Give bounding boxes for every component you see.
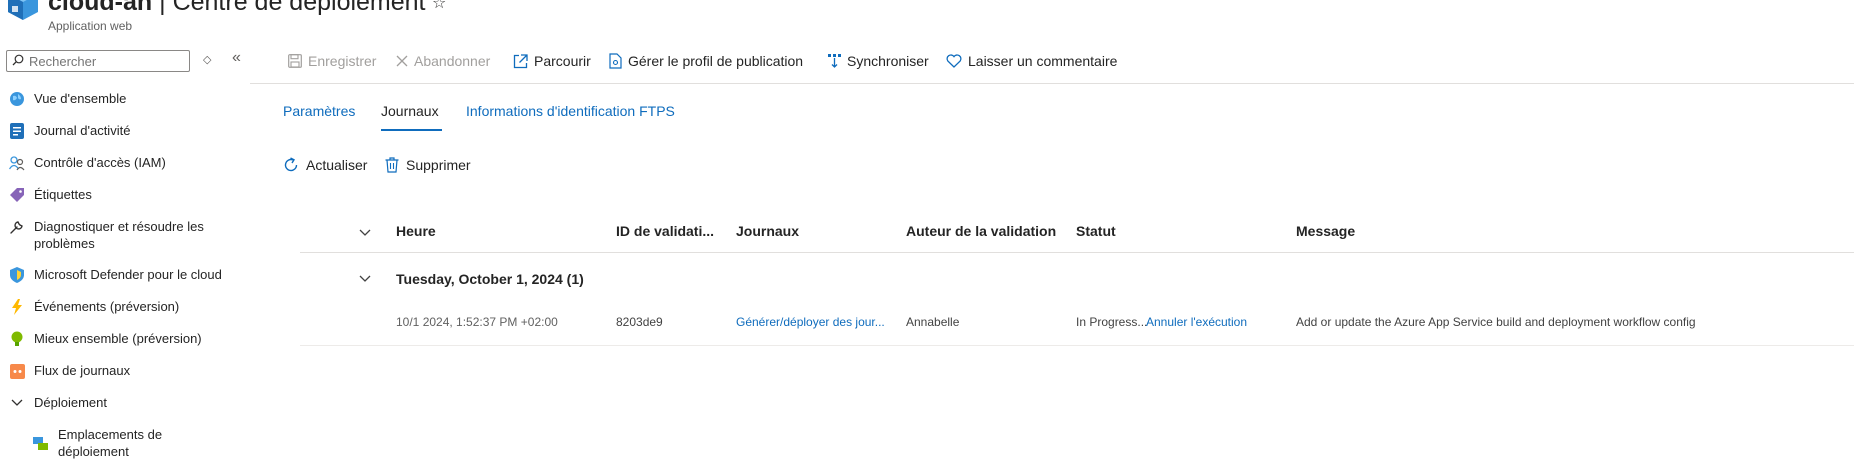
people-icon	[8, 154, 26, 172]
save-label: Enregistrer	[308, 53, 377, 69]
delete-button[interactable]: Supprimer	[385, 157, 471, 173]
sidebar-item-label: Microsoft Defender pour le cloud	[34, 267, 222, 282]
sync-button[interactable]: Synchroniser	[828, 53, 929, 69]
sidebar-item-defender[interactable]: Microsoft Defender pour le cloud	[8, 266, 258, 284]
title-separator: |	[152, 0, 173, 16]
group-header[interactable]: Tuesday, October 1, 2024 (1)	[396, 271, 584, 287]
sidebar-item-iam[interactable]: Contrôle d'accès (IAM)	[8, 154, 258, 172]
publish-profile-icon	[609, 53, 622, 69]
sidebar-item-log-stream[interactable]: Flux de journaux	[8, 362, 258, 380]
feedback-button[interactable]: Laisser un commentaire	[946, 53, 1117, 69]
sidebar-item-label: Déploiement	[34, 395, 107, 410]
activity-log-icon	[8, 122, 26, 140]
sidebar-item-label: Flux de journaux	[34, 363, 131, 378]
sidebar-item-tags[interactable]: Étiquettes	[8, 186, 258, 204]
more-options-icon[interactable]: ···	[462, 0, 481, 8]
discard-button[interactable]: Abandonner	[396, 53, 490, 69]
collapse-all-chevron-icon[interactable]	[358, 228, 372, 238]
sidebar-item-label: Événements (préversion)	[34, 299, 180, 314]
refresh-label: Actualiser	[306, 157, 368, 173]
bulb-icon	[8, 330, 26, 348]
tag-icon	[8, 186, 26, 204]
cell-message: Add or update the Azure App Service buil…	[1296, 315, 1696, 329]
shield-icon	[8, 266, 26, 284]
trash-icon	[385, 157, 399, 173]
wrench-icon	[8, 218, 26, 236]
sync-label: Synchroniser	[847, 53, 929, 69]
sidebar-item-label: Mieux ensemble (préversion)	[34, 331, 202, 346]
publish-profile-button[interactable]: Gérer le profil de publication	[609, 53, 803, 69]
sort-toggle-icon[interactable]: ◇	[203, 53, 211, 66]
sidebar-item-label: Contrôle d'accès (IAM)	[34, 155, 166, 170]
discard-label: Abandonner	[414, 53, 491, 69]
cell-commit-id: 8203de9	[616, 315, 663, 329]
save-button[interactable]: Enregistrer	[288, 53, 376, 69]
log-stream-icon	[8, 362, 26, 380]
sidebar-item-label: Vue d'ensemble	[34, 91, 127, 106]
page-title: cloud-an | Centre de déploiement	[48, 0, 426, 17]
sidebar-search[interactable]	[6, 50, 190, 72]
blade-title: Centre de déploiement	[172, 0, 426, 16]
sidebar-item-events[interactable]: Événements (préversion)	[8, 298, 258, 316]
toolbar-divider	[250, 83, 1854, 84]
group-chevron-icon[interactable]	[358, 274, 372, 284]
column-header-time[interactable]: Heure	[396, 223, 436, 239]
grid-header-divider	[300, 252, 1854, 253]
tab-ftps-credentials[interactable]: Informations d'identification FTPS	[466, 103, 675, 119]
search-input[interactable]	[29, 52, 184, 70]
app-service-icon	[8, 0, 38, 20]
tab-settings[interactable]: Paramètres	[283, 103, 355, 119]
column-header-message[interactable]: Message	[1296, 223, 1355, 239]
lightning-icon	[8, 298, 26, 316]
publish-profile-label: Gérer le profil de publication	[628, 53, 804, 69]
heart-icon	[946, 54, 962, 68]
cell-status: In Progress...	[1076, 315, 1148, 329]
globe-icon	[8, 90, 26, 108]
save-icon	[288, 54, 302, 68]
column-header-status[interactable]: Statut	[1076, 223, 1116, 239]
slots-icon	[32, 434, 50, 452]
sidebar-group-deployment[interactable]: Déploiement	[8, 394, 258, 412]
sidebar-item-better-together[interactable]: Mieux ensemble (préversion)	[8, 330, 258, 348]
sidebar-item-label: Emplacements de déploiement	[58, 427, 163, 459]
close-icon	[396, 55, 408, 67]
column-header-commit-id[interactable]: ID de validati...	[616, 223, 714, 239]
refresh-icon	[283, 157, 299, 173]
active-tab-indicator	[381, 129, 442, 131]
column-header-logs[interactable]: Journaux	[736, 223, 799, 239]
cancel-run-link[interactable]: Annuler l'exécution	[1146, 315, 1247, 329]
collapse-sidebar-icon[interactable]: «	[232, 49, 241, 67]
sidebar-item-label: Diagnostiquer et résoudre les problèmes	[34, 219, 204, 251]
sync-icon	[828, 54, 841, 68]
resource-name: cloud-an	[48, 0, 153, 16]
logs-link[interactable]: Générer/déployer des jour...	[736, 315, 885, 329]
chevron-down-icon	[8, 394, 26, 412]
sidebar-item-overview[interactable]: Vue d'ensemble	[8, 90, 258, 108]
sidebar-item-deployment-slots[interactable]: Emplacements de déploiement	[32, 426, 202, 460]
feedback-label: Laisser un commentaire	[968, 53, 1118, 69]
sidebar-item-diagnose[interactable]: Diagnostiquer et résoudre les problèmes	[8, 218, 258, 252]
delete-label: Supprimer	[406, 157, 471, 173]
tab-logs[interactable]: Journaux	[381, 103, 439, 119]
cell-time: 10/1 2024, 1:52:37 PM +02:00	[396, 315, 558, 329]
search-icon	[12, 54, 24, 66]
column-header-author[interactable]: Auteur de la validation	[906, 223, 1056, 239]
sidebar-item-label: Étiquettes	[34, 187, 92, 202]
row-divider	[300, 345, 1854, 346]
refresh-button[interactable]: Actualiser	[283, 157, 367, 173]
browse-label: Parcourir	[534, 53, 591, 69]
open-external-icon	[513, 53, 528, 69]
sidebar-item-label: Journal d'activité	[34, 123, 131, 138]
favorite-star-icon[interactable]: ☆	[432, 0, 446, 13]
browse-button[interactable]: Parcourir	[513, 53, 591, 69]
sidebar-item-activity-log[interactable]: Journal d'activité	[8, 122, 258, 140]
resource-type-subtitle: Application web	[48, 19, 133, 33]
cell-author: Annabelle	[906, 315, 960, 329]
